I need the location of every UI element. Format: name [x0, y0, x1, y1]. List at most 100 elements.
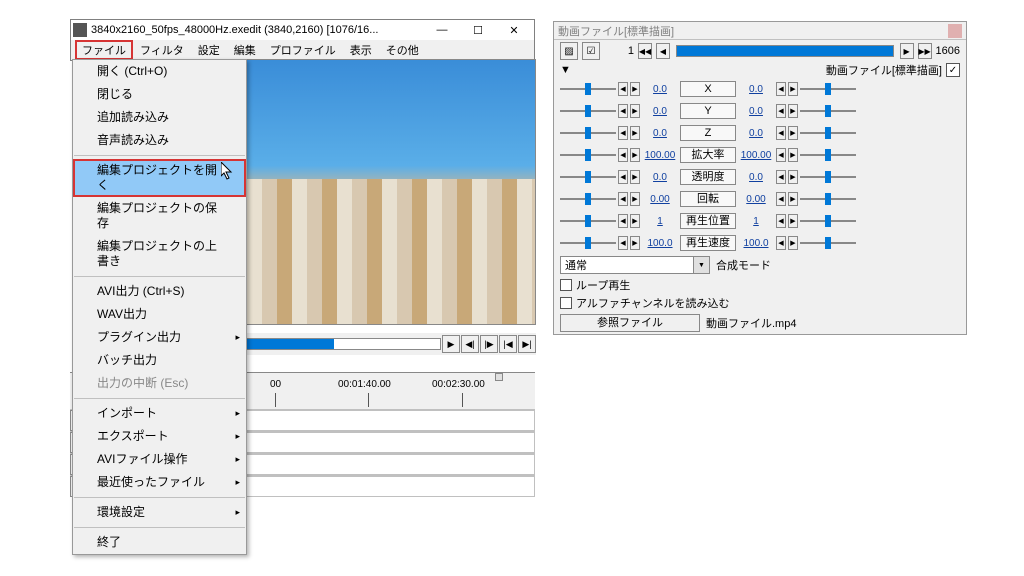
nudge-rotate-l-inc[interactable]: ▶ [630, 192, 640, 206]
loop-checkbox[interactable] [560, 279, 572, 291]
nudge-x-l-dec[interactable]: ◀ [618, 82, 628, 96]
nudge-z-r-dec[interactable]: ◀ [776, 126, 786, 140]
nudge-z-r-inc[interactable]: ▶ [788, 126, 798, 140]
menu-append-load[interactable]: 追加読み込み [73, 106, 246, 129]
prop-label-playpos[interactable]: 再生位置 [680, 213, 736, 229]
frame-fwd[interactable]: ▶ [900, 43, 914, 59]
menu-overwrite-project[interactable]: 編集プロジェクトの上書き [73, 235, 246, 273]
nudge-opacity-l-inc[interactable]: ▶ [630, 170, 640, 184]
jump-start-button[interactable]: |◀ [499, 335, 517, 353]
value-playpos-right[interactable]: 1 [738, 216, 774, 227]
menu-other[interactable]: その他 [379, 40, 426, 60]
prop-label-rotate[interactable]: 回転 [680, 191, 736, 207]
nudge-z-l-inc[interactable]: ▶ [630, 126, 640, 140]
menu-wav-out[interactable]: WAV出力 [73, 303, 246, 326]
menu-open-project[interactable]: 編集プロジェクトを開く [73, 159, 246, 197]
nudge-x-r-inc[interactable]: ▶ [788, 82, 798, 96]
value-z-left[interactable]: 0.0 [642, 128, 678, 139]
prop-label-playspeed[interactable]: 再生速度 [680, 235, 736, 251]
reference-file-button[interactable]: 参照ファイル [560, 314, 700, 332]
alpha-checkbox[interactable] [560, 297, 572, 309]
prop-label-z[interactable]: Z [680, 125, 736, 141]
value-scale-left[interactable]: 100.00 [642, 150, 678, 161]
panel-tool-1[interactable]: ▨ [560, 42, 578, 60]
nudge-playspeed-r-dec[interactable]: ◀ [776, 236, 786, 250]
timeline-hscroll-thumb[interactable] [495, 373, 503, 381]
menu-save-project[interactable]: 編集プロジェクトの保存 [73, 197, 246, 235]
nudge-x-r-dec[interactable]: ◀ [776, 82, 786, 96]
menu-profile[interactable]: プロファイル [263, 40, 343, 60]
nudge-playspeed-l-inc[interactable]: ▶ [630, 236, 640, 250]
frame-end[interactable]: 1606 [936, 45, 960, 57]
frame-back[interactable]: ◀ [656, 43, 670, 59]
slider-playspeed-left[interactable] [560, 240, 616, 246]
value-rotate-left[interactable]: 0.00 [642, 194, 678, 205]
value-opacity-right[interactable]: 0.0 [738, 172, 774, 183]
prop-label-scale[interactable]: 拡大率 [680, 147, 736, 163]
nudge-z-l-dec[interactable]: ◀ [618, 126, 628, 140]
menu-file[interactable]: ファイル [75, 40, 133, 60]
slider-playpos-left[interactable] [560, 218, 616, 224]
value-opacity-left[interactable]: 0.0 [642, 172, 678, 183]
nudge-playpos-l-inc[interactable]: ▶ [630, 214, 640, 228]
section-collapse-icon[interactable]: ▼ [560, 64, 570, 76]
nudge-scale-l-dec[interactable]: ◀ [618, 148, 628, 162]
step-back-button[interactable]: ◀| [461, 335, 479, 353]
panel-tool-2[interactable]: ☑ [582, 42, 600, 60]
nudge-playpos-r-inc[interactable]: ▶ [788, 214, 798, 228]
value-scale-right[interactable]: 100.00 [738, 150, 774, 161]
slider-x-right[interactable] [800, 86, 856, 92]
jump-end-button[interactable]: ▶| [518, 335, 536, 353]
value-playspeed-right[interactable]: 100.0 [738, 238, 774, 249]
nudge-playpos-l-dec[interactable]: ◀ [618, 214, 628, 228]
menu-filter[interactable]: フィルタ [133, 40, 191, 60]
menu-edit[interactable]: 編集 [227, 40, 263, 60]
frame-back-fast[interactable]: ◀◀ [638, 43, 652, 59]
nudge-scale-l-inc[interactable]: ▶ [630, 148, 640, 162]
menu-settings[interactable]: 設定 [191, 40, 227, 60]
value-y-right[interactable]: 0.0 [738, 106, 774, 117]
slider-playpos-right[interactable] [800, 218, 856, 224]
panel-close-button[interactable] [948, 24, 962, 38]
nudge-y-l-dec[interactable]: ◀ [618, 104, 628, 118]
nudge-rotate-r-dec[interactable]: ◀ [776, 192, 786, 206]
slider-playspeed-right[interactable] [800, 240, 856, 246]
nudge-y-l-inc[interactable]: ▶ [630, 104, 640, 118]
menu-open[interactable]: 開く (Ctrl+O) [73, 60, 246, 83]
nudge-rotate-r-inc[interactable]: ▶ [788, 192, 798, 206]
prop-label-x[interactable]: X [680, 81, 736, 97]
prop-label-opacity[interactable]: 透明度 [680, 169, 736, 185]
step-fwd-button[interactable]: |▶ [480, 335, 498, 353]
slider-y-left[interactable] [560, 108, 616, 114]
slider-scale-left[interactable] [560, 152, 616, 158]
menu-close-file[interactable]: 閉じる [73, 83, 246, 106]
slider-z-left[interactable] [560, 130, 616, 136]
nudge-playpos-r-dec[interactable]: ◀ [776, 214, 786, 228]
slider-y-right[interactable] [800, 108, 856, 114]
nudge-rotate-l-dec[interactable]: ◀ [618, 192, 628, 206]
value-y-left[interactable]: 0.0 [642, 106, 678, 117]
value-playpos-left[interactable]: 1 [642, 216, 678, 227]
slider-rotate-left[interactable] [560, 196, 616, 202]
nudge-scale-r-dec[interactable]: ◀ [776, 148, 786, 162]
section-enable-checkbox[interactable]: ✓ [946, 63, 960, 77]
value-playspeed-left[interactable]: 100.0 [642, 238, 678, 249]
nudge-opacity-l-dec[interactable]: ◀ [618, 170, 628, 184]
value-x-right[interactable]: 0.0 [738, 84, 774, 95]
menu-avi-out[interactable]: AVI出力 (Ctrl+S) [73, 280, 246, 303]
playback-seekbar[interactable] [246, 338, 441, 350]
frame-fwd-fast[interactable]: ▶▶ [918, 43, 932, 59]
nudge-scale-r-inc[interactable]: ▶ [788, 148, 798, 162]
menu-avi-operation[interactable]: AVIファイル操作 [73, 448, 246, 471]
menu-batch-out[interactable]: バッチ出力 [73, 349, 246, 372]
menu-view[interactable]: 表示 [343, 40, 379, 60]
play-button[interactable]: ▶ [442, 335, 460, 353]
nudge-y-r-inc[interactable]: ▶ [788, 104, 798, 118]
slider-rotate-right[interactable] [800, 196, 856, 202]
slider-x-left[interactable] [560, 86, 616, 92]
nudge-x-l-inc[interactable]: ▶ [630, 82, 640, 96]
menu-import[interactable]: インポート [73, 402, 246, 425]
nudge-opacity-r-dec[interactable]: ◀ [776, 170, 786, 184]
menu-recent-files[interactable]: 最近使ったファイル [73, 471, 246, 494]
menu-environment-settings[interactable]: 環境設定 [73, 501, 246, 524]
